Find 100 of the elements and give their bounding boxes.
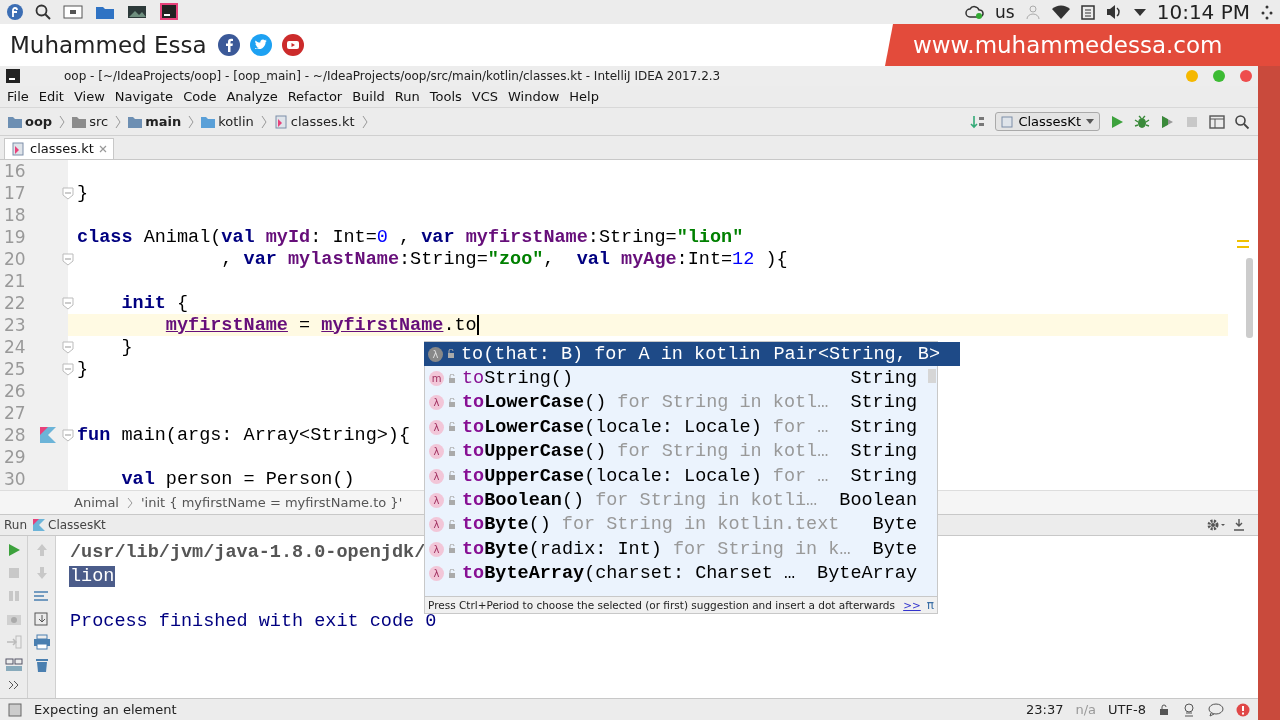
trash-icon[interactable]	[33, 657, 50, 673]
clock[interactable]: 10:14 PM	[1156, 0, 1250, 24]
completion-item[interactable]: λ to(that: B) for A in kotlin Pair<String, B>	[424, 342, 960, 367]
fold-marker-icon[interactable]	[62, 428, 74, 442]
breadcrumb-item[interactable]: src	[72, 114, 109, 129]
social-icon[interactable]	[280, 33, 305, 57]
sort-icon[interactable]	[970, 113, 987, 130]
completion-item[interactable]: λ toByte() for String in kotlin.text Byte	[425, 512, 937, 538]
menu-item[interactable]: Tools	[424, 89, 467, 104]
completion-item[interactable]: λ toBoolean() for String in kotli… Boolean	[425, 488, 937, 513]
distro-icon[interactable]	[6, 3, 24, 21]
editor-tab[interactable]: classes.kt	[4, 138, 114, 159]
lock-icon	[448, 446, 456, 457]
breadcrumb-item[interactable]: Animal	[74, 495, 119, 510]
more-icon[interactable]	[7, 680, 20, 690]
lock-icon	[448, 373, 456, 384]
window-icon[interactable]	[62, 3, 84, 21]
coverage-icon[interactable]	[1159, 113, 1175, 130]
more-link[interactable]: >>	[903, 598, 921, 611]
project-structure-icon[interactable]	[1209, 113, 1225, 130]
run-configuration-dropdown[interactable]: ClassesKt	[995, 112, 1100, 131]
completion-item[interactable]: λ toUpperCase() for String in kotl… String	[425, 439, 937, 464]
completion-item[interactable]: λ toLowerCase(locale: Locale) for … String	[425, 415, 937, 440]
chevron-icon	[361, 114, 368, 129]
menu-item[interactable]: Build	[347, 89, 390, 104]
hide-icon[interactable]	[1232, 518, 1246, 532]
fold-marker-icon[interactable]	[62, 296, 74, 310]
panel-toggle-icon[interactable]	[8, 702, 22, 717]
wrap-icon[interactable]	[32, 588, 51, 604]
lock-icon	[448, 568, 456, 579]
image-icon[interactable]	[126, 3, 148, 21]
scroll-end-icon[interactable]	[32, 611, 51, 627]
layout-icon[interactable]	[4, 657, 23, 673]
social-icon[interactable]	[216, 33, 241, 57]
file-icon	[1001, 115, 1014, 128]
fold-marker-icon[interactable]	[62, 362, 74, 376]
breadcrumb-item[interactable]: 'init { myfirstName = myfirstName.to }'	[141, 495, 403, 510]
completion-item[interactable]: λ toByteArray(charset: Charset … ByteArray	[425, 561, 937, 586]
menu-item[interactable]: Edit	[33, 89, 69, 104]
run-tab[interactable]: ClassesKt	[33, 518, 106, 532]
maximize-button[interactable]	[1213, 70, 1225, 82]
app-icon[interactable]	[158, 2, 180, 22]
menu-item[interactable]: Analyze	[221, 89, 283, 104]
error-icon[interactable]	[1236, 702, 1250, 717]
close-icon[interactable]	[98, 144, 107, 153]
run-icon[interactable]	[1109, 113, 1125, 130]
completion-item[interactable]: λ toByte(radix: Int) for String in k… Byte	[425, 537, 937, 562]
run-marker-icon[interactable]	[39, 426, 57, 444]
fold-marker-icon[interactable]	[62, 252, 74, 266]
inspector-icon[interactable]	[1182, 702, 1196, 717]
menu-item[interactable]: VCS	[466, 89, 504, 104]
website-link[interactable]: www.muhammedessa.com	[913, 32, 1223, 58]
search-icon[interactable]	[34, 3, 52, 21]
cloud-icon[interactable]	[965, 4, 986, 20]
bug-icon[interactable]	[1134, 113, 1150, 130]
power-icon[interactable]	[1260, 4, 1274, 20]
search-icon[interactable]	[1234, 113, 1250, 130]
menu-item[interactable]: Run	[389, 89, 425, 104]
wifi-icon[interactable]	[1050, 4, 1071, 20]
person-icon[interactable]	[1024, 4, 1041, 20]
social-icon[interactable]	[248, 33, 273, 57]
menu-item[interactable]: File	[2, 89, 34, 104]
line-number: 27	[3, 403, 27, 423]
line-number: 20	[3, 249, 27, 269]
completion-item[interactable]: λ toLowerCase() for String in kotl… String	[425, 390, 937, 416]
breadcrumb-item[interactable]: classes.kt	[273, 114, 355, 129]
breadcrumb-item[interactable]: oop	[8, 114, 53, 129]
caret-position[interactable]: 23:37	[1026, 702, 1064, 717]
scrollbar-thumb[interactable]	[1245, 258, 1253, 338]
menu-item[interactable]: Help	[564, 89, 604, 104]
encoding[interactable]: UTF-8	[1108, 702, 1146, 717]
completion-item[interactable]: m toString() String	[425, 366, 937, 391]
print-icon[interactable]	[32, 634, 51, 650]
line-number: 26	[3, 381, 27, 401]
menu-item[interactable]: Window	[503, 89, 565, 104]
code-line: fun main(args: Array<String>){	[77, 424, 411, 446]
fold-marker-icon[interactable]	[62, 186, 74, 200]
menu-item[interactable]: Navigate	[109, 89, 179, 104]
breadcrumb-item[interactable]: main	[128, 114, 182, 129]
lock-icon[interactable]	[1158, 703, 1170, 716]
close-button[interactable]	[1240, 70, 1252, 82]
fold-marker-icon[interactable]	[62, 340, 74, 354]
settings-icon[interactable]	[1206, 518, 1226, 532]
chat-icon[interactable]	[1208, 702, 1224, 717]
pi-button[interactable]: π	[926, 597, 934, 612]
completion-item[interactable]: λ toUpperCase(locale: Locale) for … String	[425, 463, 937, 489]
panel-title[interactable]: Run	[4, 518, 27, 532]
console-output: /usr/lib/jvm/java-1.8.0-openjdk/	[70, 541, 426, 563]
keyboard-layout[interactable]: us	[995, 2, 1015, 22]
caret-icon[interactable]	[1132, 7, 1147, 17]
menu-item[interactable]: Code	[178, 89, 222, 104]
code-line: , var mylastName:String="zoo", val myAge:Int=12 ){	[220, 248, 788, 270]
folder-icon	[201, 115, 216, 128]
clipboard-icon[interactable]	[1080, 4, 1095, 20]
breadcrumb-item[interactable]: kotlin	[201, 114, 254, 129]
menu-item[interactable]: View	[68, 89, 110, 104]
line-number: 16	[3, 161, 27, 181]
scrollbar-thumb[interactable]	[928, 369, 936, 383]
volume-icon[interactable]	[1104, 4, 1123, 20]
menu-item[interactable]: Refactor	[282, 89, 348, 104]
